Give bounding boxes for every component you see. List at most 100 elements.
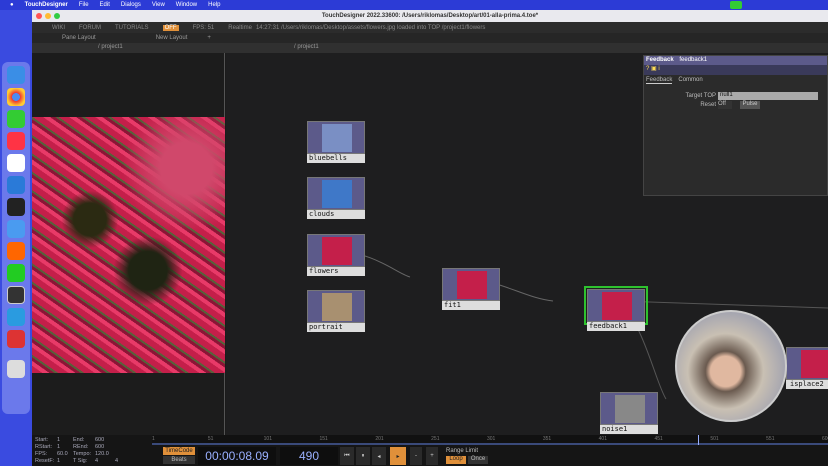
ruler-tick: 151 [319, 436, 328, 442]
loop-button[interactable]: Loop [446, 456, 466, 464]
vscode-icon[interactable] [7, 176, 25, 194]
mail-icon[interactable] [7, 220, 25, 238]
target-top-field[interactable]: null1 [718, 92, 818, 100]
left-pane-path[interactable]: / project1 [98, 44, 123, 50]
node-portrait[interactable]: portrait [307, 290, 365, 332]
tab-common[interactable]: Common [678, 77, 702, 83]
menu-window[interactable]: Window [176, 2, 197, 8]
layout-bar: Pane Layout New Layout + [32, 33, 828, 43]
pulse-button[interactable]: Pulse [740, 101, 760, 109]
menu-edit[interactable]: Edit [100, 2, 110, 8]
ruler-tick: 451 [654, 436, 663, 442]
telegram-icon[interactable] [7, 308, 25, 326]
window-title: TouchDesigner 2022.33600: /Users/rikloma… [321, 13, 539, 19]
path-bar: / project1 / project1 [32, 43, 828, 53]
step-back-button[interactable]: ◂ [372, 447, 386, 465]
facetime-icon[interactable] [730, 1, 742, 9]
info-icon[interactable]: i [658, 66, 659, 72]
node-noise1[interactable]: noise1 [600, 392, 658, 434]
zoom-button[interactable] [54, 13, 60, 19]
touchdesigner-window: TouchDesigner 2022.33600: /Users/rikloma… [32, 10, 828, 466]
webcam-overlay [675, 310, 787, 422]
menu-file[interactable]: File [79, 2, 89, 8]
new-layout-button[interactable]: New Layout [156, 35, 188, 41]
timeline-ruler[interactable]: 151101151201251301351401451501551600 [152, 435, 828, 445]
python-icon[interactable]: ▣ [651, 66, 657, 72]
chrome-icon[interactable] [7, 88, 25, 106]
ruler-tick: 501 [710, 436, 719, 442]
ruler-tick: 1 [152, 436, 155, 442]
viewer-pane [32, 53, 225, 445]
ruler-tick: 551 [766, 436, 775, 442]
play-button[interactable]: ▸ [390, 447, 406, 465]
tempo-value[interactable]: 120.0 [95, 451, 115, 458]
off-badge[interactable]: OFF [162, 24, 179, 31]
once-button[interactable]: Once [468, 456, 488, 464]
node-feedback1[interactable]: feedback1 [584, 286, 648, 331]
end-value[interactable]: 600 [95, 437, 115, 444]
timecode-button[interactable]: TimeCode [163, 447, 195, 455]
plus-button[interactable]: + [426, 447, 438, 465]
beats-button[interactable]: Beats [163, 456, 195, 464]
status-message: 14:27:31 /Users/riklomas/Desktop/assets/… [255, 24, 486, 31]
reset-label: Reset [700, 102, 716, 108]
menu-dialogs[interactable]: Dialogs [121, 2, 141, 8]
toolbar: WIKI FORUM TUTORIALS OFF FPS: 51 Realtim… [32, 22, 828, 33]
music-icon[interactable] [7, 132, 25, 150]
messages-icon[interactable] [7, 110, 25, 128]
node-flowers[interactable]: flowers [307, 234, 365, 276]
menu-view[interactable]: View [152, 2, 165, 8]
fps-value[interactable]: 60.0 [57, 451, 73, 458]
app-icon[interactable] [7, 242, 25, 260]
forum-link[interactable]: FORUM [79, 25, 101, 31]
ruler-tick: 101 [263, 436, 272, 442]
node-displace2[interactable]: isplace2 [786, 347, 828, 389]
reset-toggle[interactable]: Off [718, 101, 732, 109]
flowers-image-viewer[interactable] [32, 117, 225, 373]
ruler-tick: 301 [487, 436, 496, 442]
apple-icon[interactable]: ● [10, 2, 14, 8]
mac-menubar: ● TouchDesigner File Edit Dialogs View W… [0, 0, 828, 10]
finder-icon[interactable] [7, 66, 25, 84]
slack-icon[interactable] [7, 154, 25, 172]
param-icons: ? ▣ i [644, 65, 827, 75]
node-fit1[interactable]: fit1 [442, 268, 500, 310]
ruler-tick: 251 [431, 436, 440, 442]
ruler-tick: 51 [207, 436, 214, 442]
frame-display[interactable]: 490 [280, 447, 338, 465]
menu-help[interactable]: Help [208, 2, 220, 8]
title-bar: TouchDesigner 2022.33600: /Users/rikloma… [32, 10, 828, 22]
add-layout-icon[interactable]: + [207, 35, 211, 41]
trash-icon[interactable] [7, 360, 25, 378]
realtime-toggle[interactable]: Realtime [228, 25, 252, 31]
timecode-display[interactable]: 00:00:08.09 [198, 447, 276, 465]
op-type: Feedback [646, 57, 674, 63]
app-icon[interactable] [7, 330, 25, 348]
tutorials-link[interactable]: TUTORIALS [115, 25, 149, 31]
parameter-panel: Feedback feedback1 ? ▣ i Feedback Common… [643, 55, 828, 196]
touchdesigner-icon[interactable] [7, 286, 25, 304]
resetf-value[interactable]: 1 [57, 458, 73, 465]
minus-button[interactable]: - [410, 447, 422, 465]
rstart-value[interactable]: 1 [57, 444, 73, 451]
rewind-button[interactable]: ⏮ [340, 447, 354, 465]
minimize-button[interactable] [45, 13, 51, 19]
node-bluebells[interactable]: bluebells [307, 121, 365, 163]
ruler-tick: 600 [822, 436, 828, 442]
tsig-value[interactable]: 4 [95, 458, 115, 465]
right-pane-path[interactable]: / project1 [294, 44, 319, 50]
menu-app[interactable]: TouchDesigner [25, 2, 68, 8]
op-name[interactable]: feedback1 [679, 57, 707, 63]
pause-button[interactable]: ⏸ [356, 447, 370, 465]
start-value[interactable]: 1 [57, 437, 73, 444]
tab-feedback[interactable]: Feedback [646, 77, 673, 84]
pane-layout-button[interactable]: Pane Layout [62, 35, 96, 41]
whatsapp-icon[interactable] [7, 264, 25, 282]
playhead[interactable] [698, 435, 700, 445]
help-icon[interactable]: ? [646, 66, 649, 72]
close-button[interactable] [36, 13, 42, 19]
node-clouds[interactable]: clouds [307, 177, 365, 219]
figma-icon[interactable] [7, 198, 25, 216]
wiki-link[interactable]: WIKI [52, 25, 65, 31]
rend-value[interactable]: 600 [95, 444, 115, 451]
